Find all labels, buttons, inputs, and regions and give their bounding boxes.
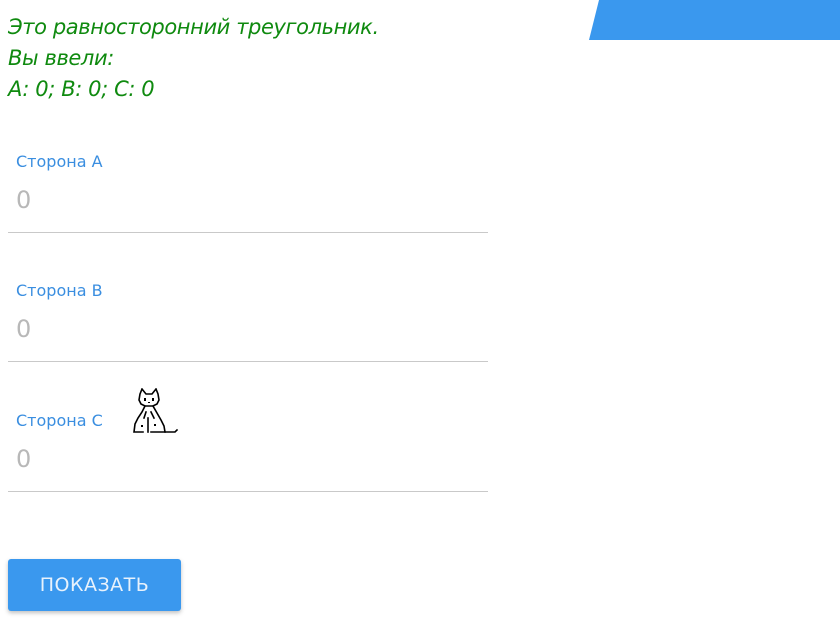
pixel-cat-icon (133, 388, 179, 433)
result-message: Это равносторонний треугольник. Вы ввели… (8, 12, 379, 105)
side-c-input[interactable] (16, 443, 476, 475)
side-a-field: Сторона A (8, 152, 488, 233)
side-a-input[interactable] (16, 184, 476, 216)
side-a-label: Сторона A (16, 152, 103, 171)
side-c-field: Сторона C (8, 411, 488, 492)
result-title: Это равносторонний треугольник. (8, 15, 379, 39)
side-b-input[interactable] (16, 313, 476, 345)
side-b-field: Сторона B (8, 281, 488, 362)
side-c-label: Сторона C (16, 411, 103, 430)
corner-banner (589, 0, 840, 40)
page: Это равносторонний треугольник. Вы ввели… (0, 0, 840, 619)
result-entered-label: Вы ввели: (8, 46, 114, 70)
result-values: A: 0; B: 0; C: 0 (8, 77, 155, 101)
side-b-label: Сторона B (16, 281, 103, 300)
show-button[interactable]: ПОКАЗАТЬ (8, 559, 181, 611)
